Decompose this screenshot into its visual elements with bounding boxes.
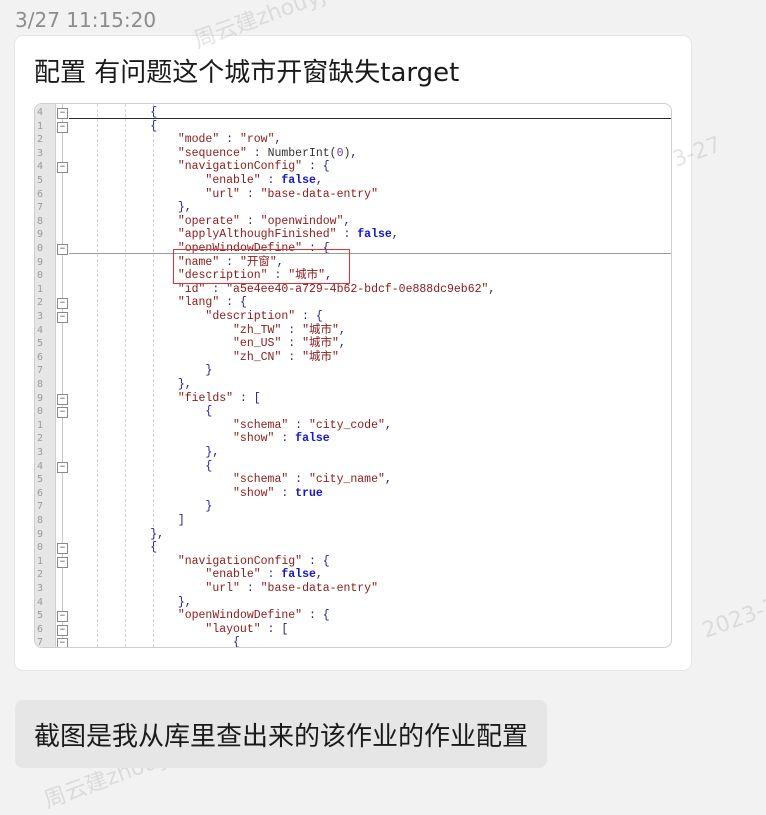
watermark-text: 2023-3-27 [699,581,766,644]
highlight-box [173,249,350,284]
message-bubble-1[interactable]: 配置 有问题这个城市开窗缺失target 4123456789090123456… [15,36,691,670]
current-line-marker [69,118,671,119]
code-line: "fields" : [ [177,391,261,405]
code-line: "schema" : "city_code", [233,418,392,432]
code-line: "enable" : false, [205,568,323,582]
message-text-1: 配置 有问题这个城市开窗缺失target [34,58,460,88]
code-line: "en_US" : "城市", [233,337,346,351]
code-line: "zh_CN" : "城市" [233,350,339,364]
split-line-marker [69,253,671,254]
code-line: } [205,364,213,378]
code-line: }, [177,201,192,215]
code-line: } [205,500,213,514]
code-line: { [205,405,213,419]
code-line: "lang" : { [177,296,247,310]
code-line: "show" : false [233,432,330,446]
code-editor-content: { { "mode" : "row", "sequence" : NumberI… [35,104,671,647]
code-line: }, [150,527,165,541]
code-line: "navigationConfig" : { [177,554,330,568]
code-line: "layout" : [ [205,622,289,636]
code-line: ] [177,514,185,527]
code-line: "sequence" : NumberInt(0), [177,146,358,160]
code-line: { [233,636,240,648]
code-line: "mode" : "row", [177,133,282,147]
code-line: "navigationConfig" : { [177,160,330,174]
code-line: "schema" : "city_name", [233,473,392,487]
code-line: "applyAlthoughFinished" : false, [177,228,399,242]
code-line: "description" : { [205,310,323,323]
message-timestamp: 3/27 11:15:20 [15,8,157,32]
code-line: { [150,541,158,555]
code-line: "enable" : false, [205,174,323,187]
code-line: "zh_TW" : "城市", [233,323,346,337]
code-line: "url" : "base-data-entry" [205,582,378,595]
message-text-2: 截图是我从库里查出来的该作业的作业配置 [34,721,529,752]
code-line: }, [177,595,192,609]
code-screenshot-image[interactable]: 4123456789090123456789012345678901234567… [34,103,672,648]
code-line: "openWindowDefine" : { [177,609,330,623]
message-bubble-2[interactable]: 截图是我从库里查出来的该作业的作业配置 [15,700,548,768]
code-line: }, [177,378,192,391]
code-line: "show" : true [233,486,323,500]
code-line: "id" : "a5e4ee40-a729-4b62-bdcf-0e888dc9… [177,282,496,296]
code-line: { [205,459,213,473]
code-line: "url" : "base-data-entry" [205,187,378,201]
code-line: "operate" : "openwindow", [177,214,351,228]
code-line: }, [205,446,220,459]
code-line: { [150,119,158,133]
